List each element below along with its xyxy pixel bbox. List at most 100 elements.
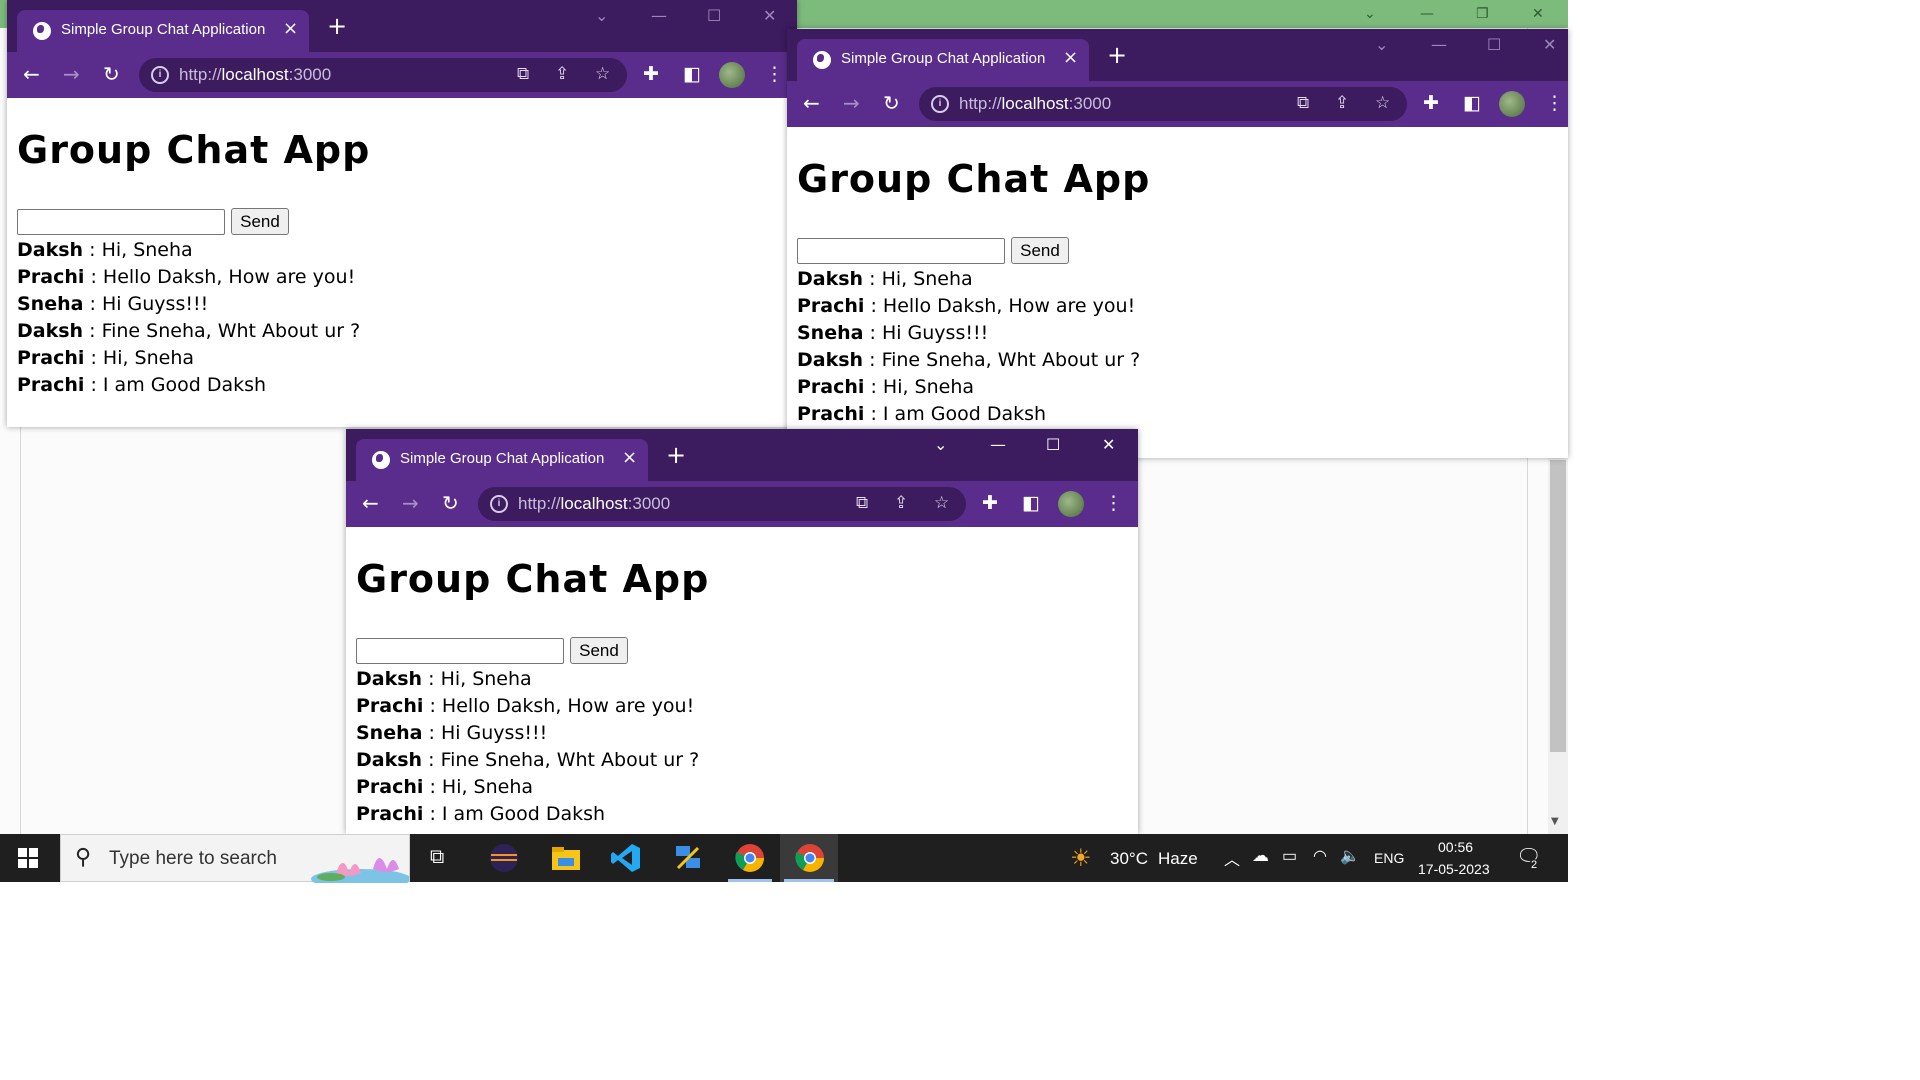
bg-close-icon[interactable]: ✕ (1532, 6, 1544, 22)
extensions-icon[interactable]: ✚ (1423, 91, 1439, 115)
back-icon[interactable]: ← (803, 91, 820, 115)
weather-sun-icon[interactable]: ☀ (1070, 844, 1092, 873)
volume-icon[interactable]: 🔈 (1340, 846, 1360, 866)
forward-icon[interactable]: → (843, 91, 860, 115)
bg-chevron-icon[interactable]: ⌄ (1364, 6, 1376, 22)
minimize-icon[interactable]: — (651, 6, 667, 25)
clock-time[interactable]: 00:56 (1438, 839, 1473, 855)
tab-search-chevron-icon[interactable]: ⌄ (934, 435, 947, 454)
share-icon[interactable]: ⇪ (1335, 93, 1349, 113)
taskbar-search-box[interactable]: ⚲ Type here to search (60, 834, 410, 883)
send-button[interactable]: Send (1011, 237, 1069, 264)
page-title: Group Chat App (797, 157, 1151, 201)
url-text[interactable]: http://localhost:3000 (959, 94, 1111, 114)
browser-tab[interactable]: Simple Group Chat Application × (797, 39, 1089, 81)
minimize-icon[interactable]: — (1431, 35, 1447, 54)
maximize-icon[interactable]: ☐ (1046, 435, 1060, 454)
battery-icon[interactable]: ▭ (1282, 846, 1297, 866)
windows-start-icon[interactable] (18, 848, 38, 868)
bg-restore-icon[interactable]: ❐ (1476, 6, 1489, 22)
browser-window-3: Simple Group Chat Application × + ⌄ — ☐ … (346, 429, 1138, 834)
scroll-down-icon[interactable]: ▼ (1551, 816, 1559, 827)
forward-icon[interactable]: → (63, 62, 80, 86)
task-view-icon[interactable]: ⧉ (430, 846, 444, 869)
network-app-icon[interactable] (672, 842, 704, 874)
message-item: Daksh : Fine Sneha, Wht About ur ? (797, 349, 1141, 371)
browser-tab[interactable]: Simple Group Chat Application × (356, 439, 648, 481)
chrome-icon[interactable] (734, 842, 766, 874)
back-icon[interactable]: ← (23, 62, 40, 86)
profile-avatar[interactable] (1499, 91, 1525, 117)
tab-close-icon[interactable]: × (283, 18, 298, 39)
message-input[interactable] (797, 238, 1005, 264)
menu-kebab-icon[interactable]: ⋮ (1545, 91, 1564, 115)
new-tab-button[interactable]: + (666, 443, 686, 467)
extensions-icon[interactable]: ✚ (643, 62, 659, 86)
site-info-icon[interactable]: i (490, 495, 508, 513)
menu-kebab-icon[interactable]: ⋮ (765, 62, 784, 86)
close-window-icon[interactable]: ✕ (763, 6, 776, 25)
chrome-icon[interactable] (794, 842, 826, 874)
bookmark-star-icon[interactable]: ☆ (595, 64, 610, 84)
clock-date[interactable]: 17-05-2023 (1418, 861, 1490, 877)
share-icon[interactable]: ⇪ (894, 493, 908, 513)
tab-close-icon[interactable]: × (1063, 47, 1078, 68)
side-panel-icon[interactable]: ◧ (1022, 491, 1040, 515)
back-icon[interactable]: ← (362, 491, 379, 515)
wifi-icon[interactable]: ◠ (1313, 846, 1327, 866)
profile-avatar[interactable] (1058, 491, 1084, 517)
message-item: Sneha : Hi Guyss!!! (17, 293, 209, 315)
weather-temp[interactable]: 30°C (1110, 849, 1148, 869)
bg-minimize-icon[interactable]: — (1420, 6, 1434, 22)
tab-search-chevron-icon[interactable]: ⌄ (1375, 35, 1388, 54)
onedrive-cloud-icon[interactable]: ☁ (1252, 846, 1269, 866)
close-window-icon[interactable]: ✕ (1543, 35, 1556, 54)
url-text[interactable]: http://localhost:3000 (518, 494, 670, 514)
extensions-icon[interactable]: ✚ (982, 491, 998, 515)
tab-close-icon[interactable]: × (622, 447, 637, 468)
share-icon[interactable]: ⇪ (555, 64, 569, 84)
weather-desc[interactable]: Haze (1158, 849, 1198, 869)
message-input[interactable] (17, 209, 225, 235)
address-bar[interactable]: i http://localhost:3000 ⧉ ⇪ ☆ (478, 487, 966, 521)
show-hidden-icons-icon[interactable]: ︿ (1224, 846, 1240, 870)
maximize-icon[interactable]: ☐ (1487, 35, 1501, 54)
file-explorer-icon[interactable] (550, 842, 582, 874)
address-bar[interactable]: i http://localhost:3000 ⧉ ⇪ ☆ (919, 87, 1407, 121)
reload-icon[interactable]: ↻ (883, 91, 900, 115)
vscode-icon[interactable] (610, 842, 642, 874)
menu-kebab-icon[interactable]: ⋮ (1104, 491, 1123, 515)
reload-icon[interactable]: ↻ (103, 62, 120, 86)
url-text[interactable]: http://localhost:3000 (179, 65, 331, 85)
open-in-app-icon[interactable]: ⧉ (856, 493, 868, 513)
eclipse-app-icon[interactable] (488, 842, 520, 874)
message-input[interactable] (356, 638, 564, 664)
bookmark-star-icon[interactable]: ☆ (1375, 93, 1390, 113)
side-panel-icon[interactable]: ◧ (1463, 91, 1481, 115)
send-button[interactable]: Send (231, 208, 289, 235)
language-indicator[interactable]: ENG (1374, 850, 1404, 866)
side-panel-icon[interactable]: ◧ (683, 62, 701, 86)
address-bar[interactable]: i http://localhost:3000 ⧉ ⇪ ☆ (139, 58, 627, 92)
tab-search-chevron-icon[interactable]: ⌄ (595, 6, 608, 25)
background-scrollbar-thumb[interactable] (1550, 460, 1566, 752)
browser-window-2: Simple Group Chat Application × + ⌄ — ☐ … (787, 29, 1568, 458)
new-tab-button[interactable]: + (327, 14, 347, 38)
minimize-icon[interactable]: — (990, 435, 1006, 454)
browser-tab[interactable]: Simple Group Chat Application × (17, 10, 309, 52)
forward-icon[interactable]: → (402, 491, 419, 515)
browser-toolbar: ← → ↻ i http://localhost:3000 ⧉ ⇪ ☆ ✚ ◧ … (346, 481, 1138, 527)
message-item: Sneha : Hi Guyss!!! (797, 322, 989, 344)
maximize-icon[interactable]: ☐ (707, 6, 721, 25)
open-in-app-icon[interactable]: ⧉ (1297, 93, 1309, 113)
close-window-icon[interactable]: ✕ (1102, 435, 1115, 454)
bookmark-star-icon[interactable]: ☆ (934, 493, 949, 513)
reload-icon[interactable]: ↻ (442, 491, 459, 515)
site-info-icon[interactable]: i (931, 95, 949, 113)
new-tab-button[interactable]: + (1107, 43, 1127, 67)
profile-avatar[interactable] (719, 62, 745, 88)
message-item: Daksh : Hi, Sneha (797, 268, 973, 290)
site-info-icon[interactable]: i (151, 66, 169, 84)
open-in-app-icon[interactable]: ⧉ (517, 64, 529, 84)
send-button[interactable]: Send (570, 637, 628, 664)
